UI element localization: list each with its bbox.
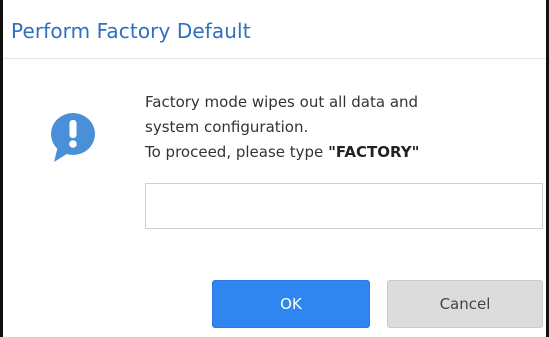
message-line-3-prefix: To proceed, please type (145, 143, 329, 161)
ok-button[interactable]: OK (212, 280, 370, 328)
message-line-3: To proceed, please type "FACTORY" (145, 140, 419, 165)
exclamation-speech-bubble-icon (51, 113, 95, 162)
factory-default-dialog: Perform Factory Default Factory mode wip… (0, 0, 549, 337)
dialog-title: Perform Factory Default (11, 19, 251, 43)
dialog-message: Factory mode wipes out all data and syst… (145, 90, 419, 165)
factory-confirm-input[interactable] (145, 183, 543, 229)
message-line-2: system configuration. (145, 118, 309, 136)
cancel-button[interactable]: Cancel (387, 280, 543, 328)
dialog-left-border (0, 0, 3, 337)
message-line-1: Factory mode wipes out all data and (145, 93, 419, 111)
title-divider (3, 58, 546, 59)
factory-keyword: "FACTORY" (328, 143, 420, 161)
